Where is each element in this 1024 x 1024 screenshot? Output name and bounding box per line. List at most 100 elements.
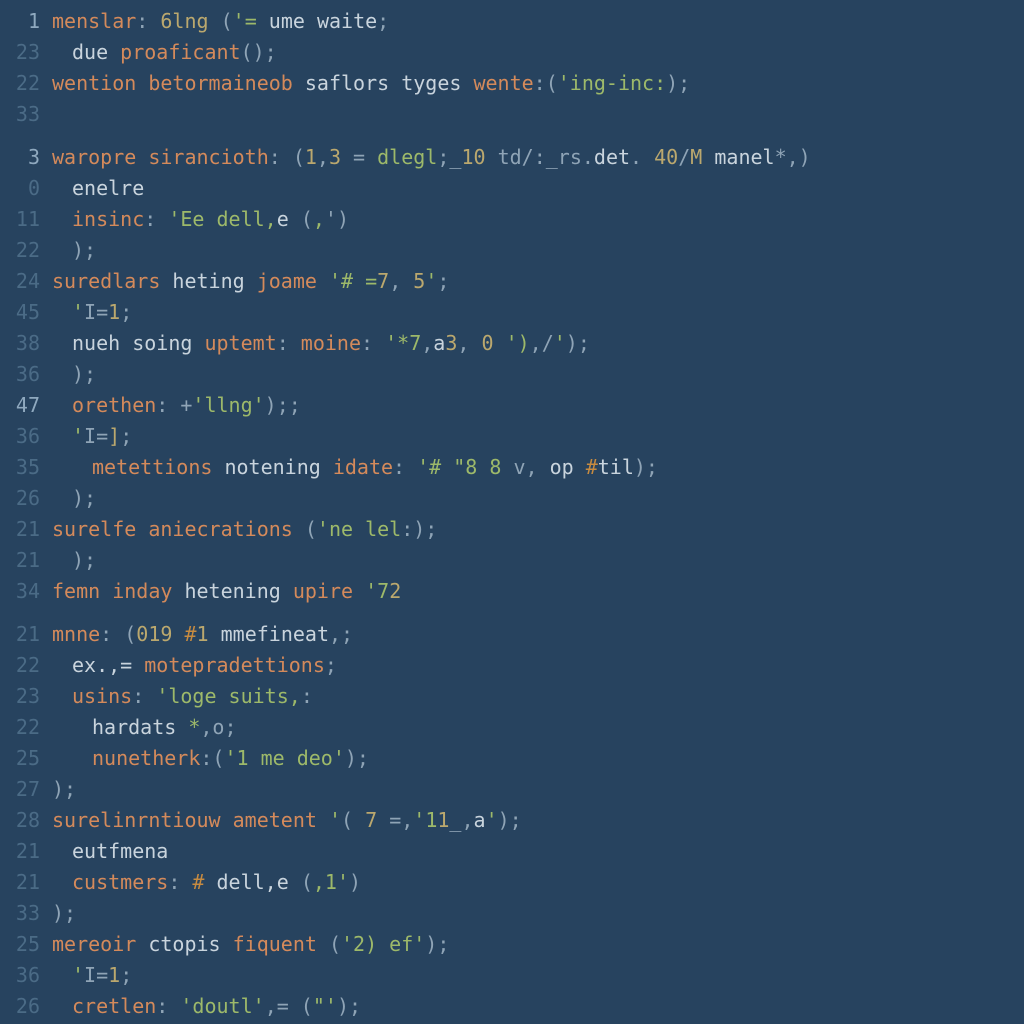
code-content[interactable]: enelre bbox=[52, 173, 1024, 204]
token: a bbox=[474, 808, 486, 832]
code-line[interactable]: 27); bbox=[0, 774, 1024, 805]
code-line[interactable]: 45'I=1; bbox=[0, 297, 1024, 328]
token: ] bbox=[108, 424, 120, 448]
token: ctopis bbox=[148, 932, 232, 956]
code-content[interactable]: mereoir ctopis fiquent ('2) ef'); bbox=[52, 929, 1024, 960]
code-line[interactable]: 1menslar: 6lng ('= ume waite; bbox=[0, 6, 1024, 37]
token: e bbox=[277, 870, 301, 894]
code-line[interactable]: 36'I=1; bbox=[0, 960, 1024, 991]
code-content[interactable]: suredlars heting joame '# =7, 5'; bbox=[52, 266, 1024, 297]
token: det bbox=[594, 145, 630, 169]
code-content[interactable]: ); bbox=[52, 483, 1024, 514]
code-content[interactable]: ); bbox=[52, 545, 1024, 576]
code-content[interactable]: due proaficant(); bbox=[52, 37, 1024, 68]
code-content[interactable]: insinc: 'Ee dell,e (,') bbox=[52, 204, 1024, 235]
code-content[interactable]: waropre sirancioth: (1,3 = dlegl;_10 td/… bbox=[52, 142, 1024, 173]
code-line[interactable]: 3waropre sirancioth: (1,3 = dlegl;_10 td… bbox=[0, 142, 1024, 173]
code-content[interactable]: metettions notening idate: '# "8 8 v, op… bbox=[52, 452, 1024, 483]
token: : bbox=[132, 684, 156, 708]
code-content[interactable]: ex.,= motepradettions; bbox=[52, 650, 1024, 681]
code-line[interactable]: 47orethen: +'llng');; bbox=[0, 390, 1024, 421]
code-line[interactable]: 26); bbox=[0, 483, 1024, 514]
code-content[interactable]: 'I=1; bbox=[52, 960, 1024, 991]
code-content[interactable]: orethen: +'llng');; bbox=[52, 390, 1024, 421]
token: inday bbox=[112, 579, 184, 603]
token: suredlars bbox=[52, 269, 172, 293]
line-number: 23 bbox=[0, 681, 52, 712]
code-content[interactable]: surelfe aniecrations ('ne lel:); bbox=[52, 514, 1024, 545]
code-content[interactable]: mnne: (019 #1 mmefineat,; bbox=[52, 619, 1024, 650]
code-line[interactable]: 22ex.,= motepradettions; bbox=[0, 650, 1024, 681]
token: ( bbox=[305, 517, 317, 541]
code-content[interactable]: custmers: # dell,e (,1') bbox=[52, 867, 1024, 898]
token: '# = bbox=[329, 269, 377, 293]
code-line[interactable]: 23usins: 'loge suits,: bbox=[0, 681, 1024, 712]
token: ); bbox=[425, 932, 449, 956]
code-line[interactable]: 36'I=]; bbox=[0, 421, 1024, 452]
code-content[interactable]: nunetherk:('1 me deo'); bbox=[52, 743, 1024, 774]
token: betormaineob bbox=[148, 71, 305, 95]
code-line[interactable]: 33); bbox=[0, 898, 1024, 929]
token: cretlen bbox=[72, 994, 156, 1018]
code-line[interactable]: 21mnne: (019 #1 mmefineat,; bbox=[0, 619, 1024, 650]
token: ; bbox=[120, 963, 132, 987]
code-line[interactable]: 11insinc: 'Ee dell,e (,') bbox=[0, 204, 1024, 235]
code-line[interactable]: 21surelfe aniecrations ('ne lel:); bbox=[0, 514, 1024, 545]
code-content[interactable]: ); bbox=[52, 359, 1024, 390]
code-content[interactable]: ); bbox=[52, 235, 1024, 266]
token: (); bbox=[241, 40, 277, 64]
token: ,1' bbox=[313, 870, 349, 894]
code-line[interactable]: 21); bbox=[0, 545, 1024, 576]
code-content[interactable] bbox=[52, 99, 1024, 130]
code-line[interactable]: 25nunetherk:('1 me deo'); bbox=[0, 743, 1024, 774]
token: ,; bbox=[329, 622, 353, 646]
token: op bbox=[550, 455, 586, 479]
code-content[interactable]: femn inday hetening upire '72 bbox=[52, 576, 1024, 607]
code-line[interactable]: 22hardats *,o; bbox=[0, 712, 1024, 743]
code-line[interactable]: 24suredlars heting joame '# =7, 5'; bbox=[0, 266, 1024, 297]
line-number: 36 bbox=[0, 359, 52, 390]
code-content[interactable]: wention betormaineob saflors tyges wente… bbox=[52, 68, 1024, 99]
code-line[interactable]: 25mereoir ctopis fiquent ('2) ef'); bbox=[0, 929, 1024, 960]
code-content[interactable]: eutfmena bbox=[52, 836, 1024, 867]
token: sirancioth bbox=[148, 145, 268, 169]
token: mmefineat bbox=[221, 622, 329, 646]
token: ex.,= bbox=[72, 653, 144, 677]
code-content[interactable]: 'I=1; bbox=[52, 297, 1024, 328]
code-content[interactable]: cretlen: 'doutl',= ("'); bbox=[52, 991, 1024, 1022]
code-line[interactable]: 22wention betormaineob saflors tyges wen… bbox=[0, 68, 1024, 99]
code-line[interactable]: 26cretlen: 'doutl',= ("'); bbox=[0, 991, 1024, 1022]
token: '# "8 8 bbox=[417, 455, 513, 479]
token: 7 bbox=[365, 808, 389, 832]
code-content[interactable]: 'I=]; bbox=[52, 421, 1024, 452]
token: # bbox=[192, 870, 216, 894]
code-content[interactable]: nueh soing uptemt: moine: '*7,a3, 0 '),/… bbox=[52, 328, 1024, 359]
code-content[interactable]: menslar: 6lng ('= ume waite; bbox=[52, 6, 1024, 37]
token: '= bbox=[233, 9, 269, 33]
code-content[interactable]: ); bbox=[52, 898, 1024, 929]
code-line[interactable]: 21custmers: # dell,e (,1') bbox=[0, 867, 1024, 898]
code-content[interactable]: surelinrntiouw ametent '( 7 =,'11_,a'); bbox=[52, 805, 1024, 836]
token: td/:_rs. bbox=[486, 145, 594, 169]
code-line[interactable]: 33 bbox=[0, 99, 1024, 130]
code-line[interactable]: 36); bbox=[0, 359, 1024, 390]
token: ,/ bbox=[530, 331, 554, 355]
code-line[interactable]: 22); bbox=[0, 235, 1024, 266]
code-line[interactable]: 34femn inday hetening upire '72 bbox=[0, 576, 1024, 607]
code-line[interactable]: 28surelinrntiouw ametent '( 7 =,'11_,a')… bbox=[0, 805, 1024, 836]
code-editor[interactable]: 1menslar: 6lng ('= ume waite;23due proaf… bbox=[0, 0, 1024, 1022]
code-content[interactable]: ); bbox=[52, 774, 1024, 805]
code-content[interactable]: hardats *,o; bbox=[52, 712, 1024, 743]
code-content[interactable]: usins: 'loge suits,: bbox=[52, 681, 1024, 712]
token: I= bbox=[84, 424, 108, 448]
code-line[interactable]: 0enelre bbox=[0, 173, 1024, 204]
token: ); bbox=[72, 548, 96, 572]
code-line[interactable]: 23due proaficant(); bbox=[0, 37, 1024, 68]
code-line[interactable]: 38nueh soing uptemt: moine: '*7,a3, 0 ')… bbox=[0, 328, 1024, 359]
code-line[interactable]: 35metettions notening idate: '# "8 8 v, … bbox=[0, 452, 1024, 483]
token: : ( bbox=[269, 145, 305, 169]
line-number: 11 bbox=[0, 204, 52, 235]
code-line[interactable]: 21eutfmena bbox=[0, 836, 1024, 867]
token: mereoir bbox=[52, 932, 148, 956]
token: ' bbox=[486, 808, 498, 832]
